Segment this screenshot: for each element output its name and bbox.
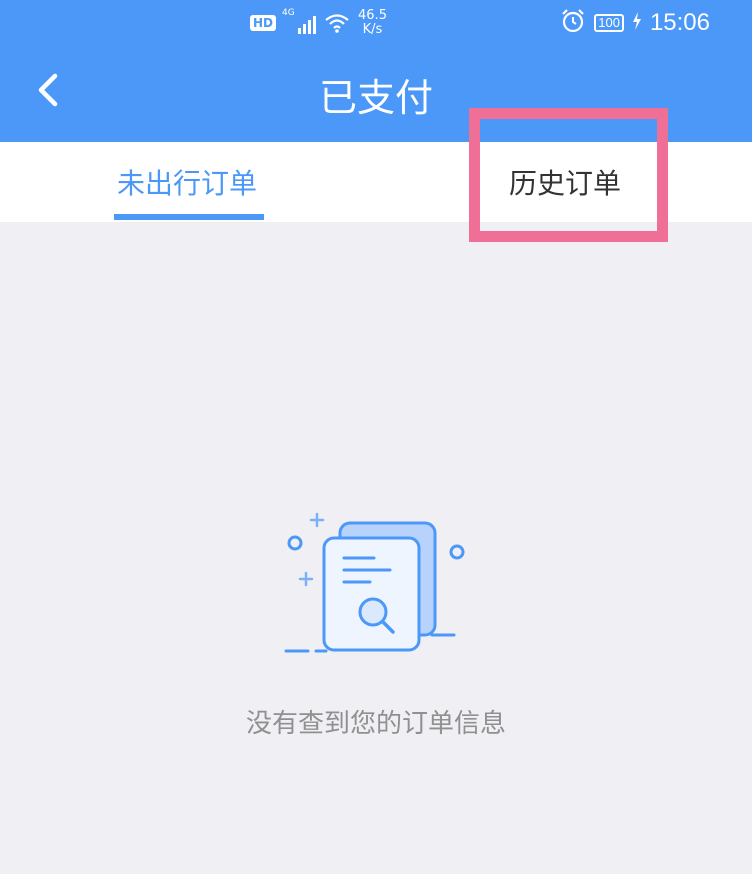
charging-icon [632,11,642,35]
battery-icon: 100 [594,14,624,32]
tab-upcoming-orders-label: 未出行订单 [116,167,257,200]
hd-badge: HD [250,15,277,31]
wifi-icon [324,12,350,34]
empty-orders-illustration [282,510,472,660]
app-screen: HD 4G 46.5 K/s 100 15:06 已支付 未出行订单 历史订单 … [0,0,752,874]
speed-unit: K/s [362,22,383,37]
active-tab-indicator [114,214,264,220]
clock-time: 15:06 [649,9,710,36]
signal-icon: 4G [282,8,317,34]
speed-value: 46.5 [358,8,387,23]
empty-state-message: 没有查到您的订单信息 [245,709,506,739]
network-type: 4G [282,8,295,18]
highlight-annotation [469,108,668,242]
status-bar: HD 4G 46.5 K/s 100 15:06 [0,0,752,46]
status-bar-center: HD 4G 46.5 K/s [250,6,387,40]
status-bar-right: 100 15:06 [560,6,710,40]
alarm-icon [560,8,586,39]
network-speed: 46.5 K/s [358,9,387,37]
tab-upcoming-orders[interactable]: 未出行订单 [92,142,282,222]
